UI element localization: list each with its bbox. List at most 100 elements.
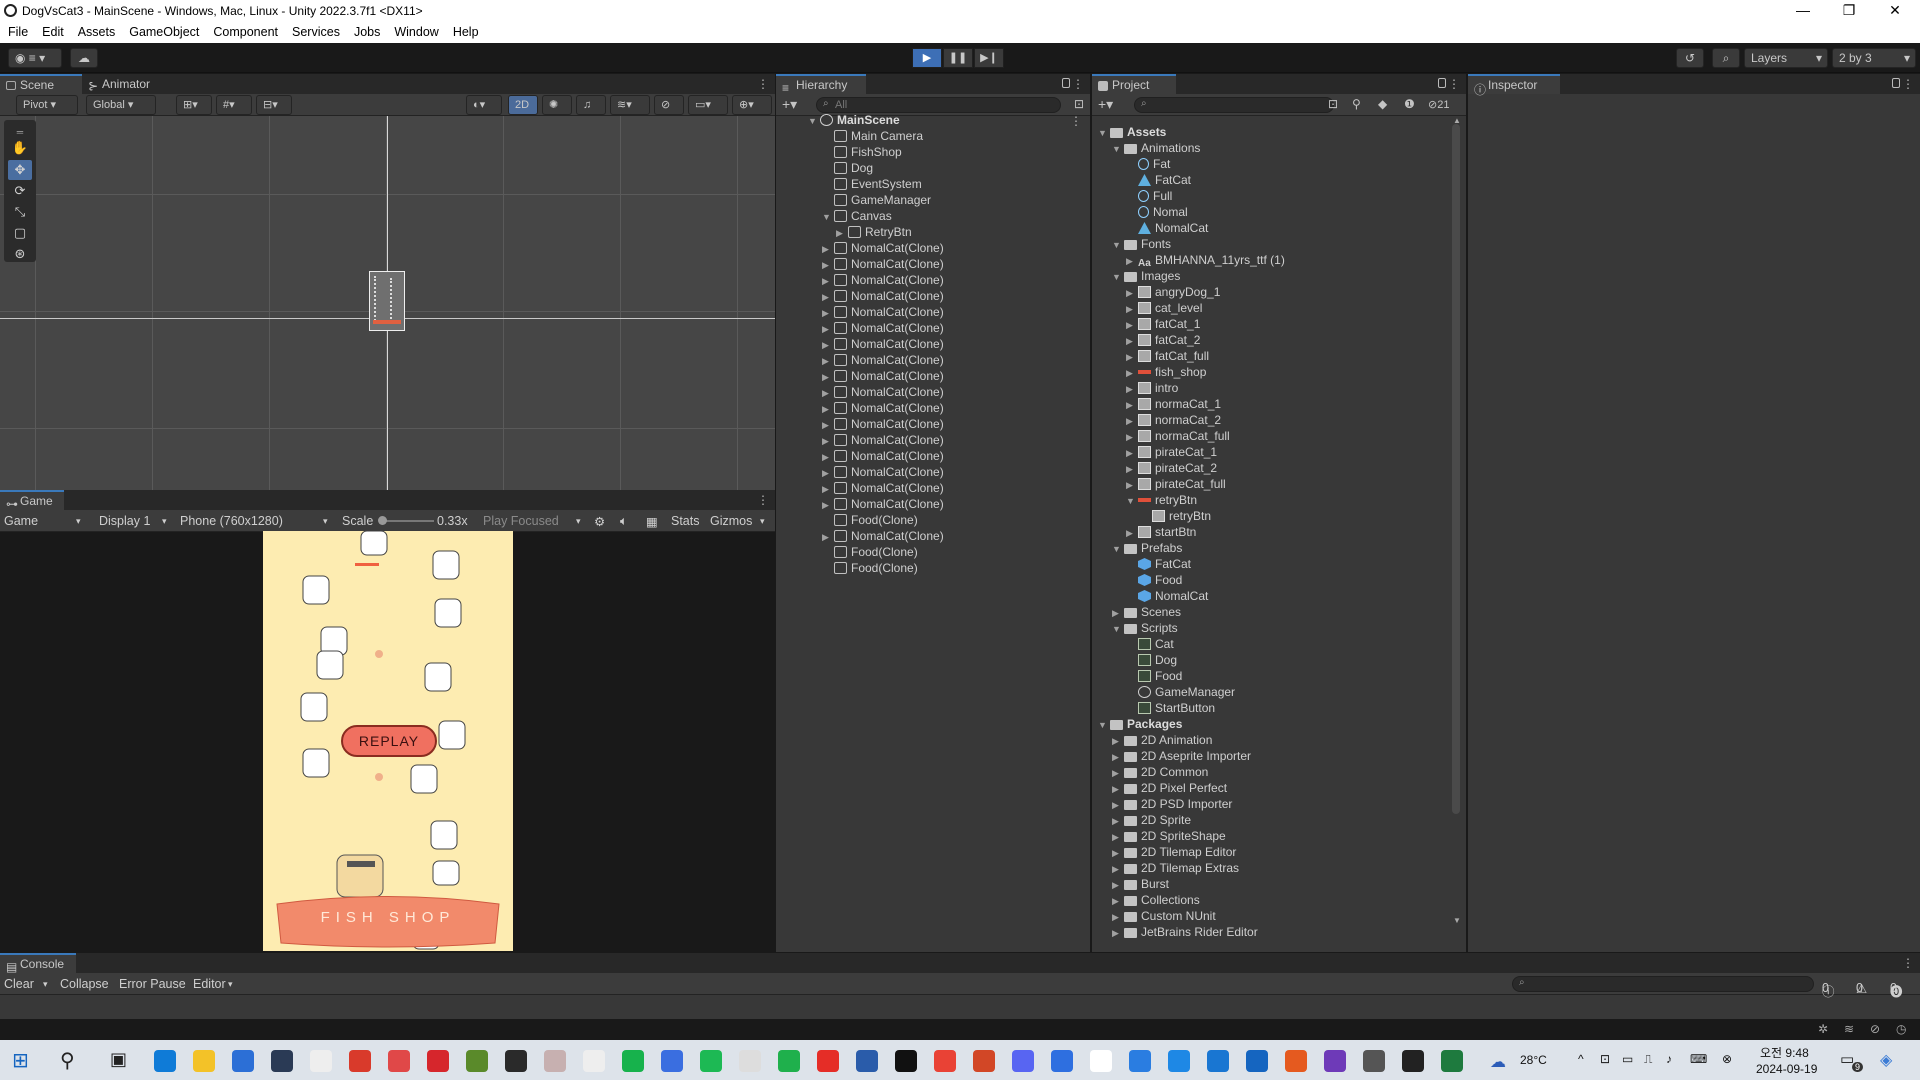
hierarchy-item[interactable]: ▶ NomalCat(Clone) bbox=[822, 416, 944, 432]
expand-arrow-icon[interactable]: ▶ bbox=[1126, 429, 1138, 445]
menu-help[interactable]: Help bbox=[445, 22, 485, 39]
app-icon[interactable] bbox=[388, 1050, 410, 1072]
hierarchy-item[interactable]: Main Camera bbox=[822, 128, 923, 144]
expand-arrow-icon[interactable]: ▶ bbox=[1112, 845, 1124, 861]
project-item[interactable]: ▶ Burst bbox=[1112, 876, 1169, 892]
project-search-input[interactable]: ⌕ bbox=[1134, 97, 1334, 113]
scene-root[interactable]: ▼ MainScene bbox=[808, 112, 900, 128]
console-search-input[interactable]: ⌕ bbox=[1512, 976, 1814, 992]
app-icon[interactable] bbox=[349, 1050, 371, 1072]
excel-icon[interactable] bbox=[1441, 1050, 1463, 1072]
project-item[interactable]: Cat bbox=[1126, 636, 1174, 652]
gizmos-button[interactable]: Gizmos bbox=[710, 514, 752, 528]
project-item[interactable]: Food bbox=[1126, 668, 1182, 684]
expand-arrow-icon[interactable]: ▼ bbox=[1112, 541, 1124, 557]
keyboard-icon[interactable]: ⌨ bbox=[1690, 1052, 1707, 1066]
project-item[interactable]: ▶ 2D Sprite bbox=[1112, 812, 1191, 828]
app-icon[interactable] bbox=[505, 1050, 527, 1072]
chat-icon[interactable] bbox=[622, 1050, 644, 1072]
expand-arrow-icon[interactable]: ▶ bbox=[1112, 797, 1124, 813]
hidden-packages-toggle[interactable]: ⊘21 bbox=[1428, 98, 1449, 111]
expand-arrow-icon[interactable]: ▶ bbox=[822, 241, 834, 257]
expand-arrow-icon[interactable]: ▶ bbox=[822, 465, 834, 481]
keyboard-icon[interactable]: ▦ bbox=[646, 514, 658, 529]
increment-snap-dropdown[interactable]: ⊟▾ bbox=[256, 95, 292, 115]
expand-arrow-icon[interactable]: ▶ bbox=[822, 305, 834, 321]
project-item[interactable]: ▶ fish_shop bbox=[1126, 364, 1206, 380]
expand-arrow-icon[interactable]: ▶ bbox=[1112, 749, 1124, 765]
search-button[interactable]: ⌕ bbox=[1712, 48, 1740, 68]
hierarchy-item[interactable]: ▶ NomalCat(Clone) bbox=[822, 384, 944, 400]
expand-arrow-icon[interactable]: ▶ bbox=[822, 433, 834, 449]
tab-hierarchy[interactable]: ≡ Hierarchy bbox=[776, 74, 866, 95]
menu-jobs[interactable]: Jobs bbox=[346, 22, 386, 39]
project-item[interactable]: ▶ fatCat_1 bbox=[1126, 316, 1200, 332]
project-item[interactable]: ▶ normaCat_1 bbox=[1126, 396, 1221, 412]
layout-dropdown[interactable]: 2 by 3 ▾ bbox=[1832, 48, 1916, 68]
app-icon[interactable] bbox=[427, 1050, 449, 1072]
tab-scene[interactable]: Scene bbox=[0, 74, 82, 94]
effects-dropdown[interactable]: ≋▾ bbox=[610, 95, 650, 115]
project-item[interactable]: ▶ normaCat_2 bbox=[1126, 412, 1221, 428]
app-icon[interactable] bbox=[1246, 1050, 1268, 1072]
project-item[interactable]: Dog bbox=[1126, 652, 1177, 668]
hierarchy-item[interactable]: ▶ NomalCat(Clone) bbox=[822, 336, 944, 352]
volume-icon[interactable]: ♪ bbox=[1666, 1052, 1672, 1066]
project-item[interactable]: ▼ Packages bbox=[1098, 716, 1182, 732]
collapse-button[interactable]: Collapse bbox=[60, 977, 109, 991]
expand-arrow-icon[interactable]: ▼ bbox=[1112, 237, 1124, 253]
edge-icon[interactable] bbox=[154, 1050, 176, 1072]
rotate-tool[interactable]: ⟳ bbox=[8, 181, 32, 201]
project-item[interactable]: ▶ pirateCat_1 bbox=[1126, 444, 1217, 460]
hierarchy-item[interactable]: Dog bbox=[822, 160, 873, 176]
transform-tool[interactable]: ⊛ bbox=[8, 244, 32, 264]
expand-arrow-icon[interactable]: ▼ bbox=[1098, 125, 1110, 141]
add-icon[interactable]: +▾ bbox=[1098, 96, 1113, 113]
expand-arrow-icon[interactable]: ▶ bbox=[822, 481, 834, 497]
hierarchy-item[interactable]: ▶ NomalCat(Clone) bbox=[822, 272, 944, 288]
expand-arrow-icon[interactable]: ▶ bbox=[1126, 333, 1138, 349]
expand-arrow-icon[interactable]: ▶ bbox=[1112, 781, 1124, 797]
project-item[interactable]: ▶ normaCat_full bbox=[1126, 428, 1230, 444]
weather-temp[interactable]: 28°C bbox=[1520, 1053, 1547, 1067]
fish-shop-label[interactable]: FISH SHOP bbox=[303, 909, 473, 926]
view-select[interactable]: Game bbox=[4, 514, 38, 528]
tray-display-icon[interactable]: ▭ bbox=[1622, 1052, 1633, 1066]
hierarchy-item[interactable]: ▶ NomalCat(Clone) bbox=[822, 368, 944, 384]
clear-button[interactable]: Clear bbox=[4, 977, 34, 991]
scene-viewport[interactable] bbox=[0, 116, 775, 490]
task-view-icon[interactable]: ▣ bbox=[110, 1049, 127, 1070]
menu-services[interactable]: Services bbox=[284, 22, 346, 39]
scroll-down-icon[interactable]: ▼ bbox=[1453, 916, 1461, 925]
expand-arrow-icon[interactable]: ▶ bbox=[822, 353, 834, 369]
expand-arrow-icon[interactable]: ▶ bbox=[1126, 381, 1138, 397]
project-item[interactable]: ▶ 2D Aseprite Importer bbox=[1112, 748, 1251, 764]
lock-icon[interactable] bbox=[1438, 78, 1446, 88]
hierarchy-item[interactable]: ▶ NomalCat(Clone) bbox=[822, 496, 944, 512]
project-item[interactable]: ▶ Scenes bbox=[1112, 604, 1181, 620]
more-icon[interactable]: ⋮ bbox=[1448, 77, 1460, 91]
audio-toggle[interactable]: ♫ bbox=[576, 95, 606, 115]
app-icon[interactable] bbox=[1051, 1050, 1073, 1072]
project-item[interactable]: FatCat bbox=[1126, 172, 1191, 188]
hierarchy-search-input[interactable]: ⌕ All bbox=[816, 97, 1061, 113]
expand-arrow-icon[interactable]: ▶ bbox=[1126, 349, 1138, 365]
expand-arrow-icon[interactable]: ▶ bbox=[1126, 397, 1138, 413]
app-icon[interactable] bbox=[661, 1050, 683, 1072]
project-item[interactable]: ▶ pirateCat_full bbox=[1126, 476, 1226, 492]
error-pause-button[interactable]: Error Pause bbox=[119, 977, 186, 991]
gizmos-dropdown[interactable]: ⊕▾ bbox=[732, 95, 772, 115]
expand-arrow-icon[interactable]: ▶ bbox=[822, 417, 834, 433]
project-item[interactable]: ▼ retryBtn bbox=[1126, 492, 1197, 508]
project-item[interactable]: ▶ Aa BMHANNA_11yrs_ttf (1) bbox=[1126, 252, 1285, 269]
pivot-dropdown[interactable]: Pivot ▾ bbox=[16, 95, 78, 115]
expand-arrow-icon[interactable]: ▶ bbox=[822, 369, 834, 385]
project-item[interactable]: FatCat bbox=[1126, 556, 1191, 572]
expand-arrow-icon[interactable]: ▶ bbox=[1126, 445, 1138, 461]
lighting-toggle[interactable]: ✺ bbox=[542, 95, 572, 115]
editor-dropdown[interactable]: Editor bbox=[193, 977, 226, 991]
project-item[interactable]: ▼ Fonts bbox=[1112, 236, 1171, 252]
tab-console[interactable]: ▤ Console bbox=[0, 953, 76, 974]
replay-button[interactable]: REPLAY bbox=[341, 725, 437, 757]
expand-arrow-icon[interactable]: ▼ bbox=[1126, 493, 1138, 509]
